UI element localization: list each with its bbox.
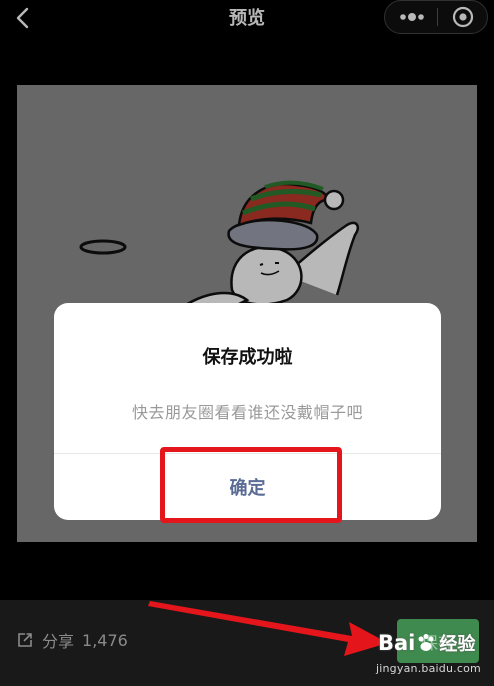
share-count: 1,476 <box>82 630 128 650</box>
dialog-message: 快去朋友圈看看谁还没戴帽子吧 <box>131 403 363 422</box>
success-dialog: 保存成功啦 快去朋友圈看看谁还没戴帽子吧 确定 <box>54 303 441 520</box>
dialog-title: 保存成功啦 <box>202 347 293 368</box>
share-label: 分享 <box>42 632 75 651</box>
confirm-button[interactable]: 确定 <box>54 454 441 520</box>
save-button[interactable]: 保存 <box>397 619 479 663</box>
share-icon <box>16 631 34 649</box>
bottom-bar: 分享 1,476 保存 <box>0 600 494 686</box>
share-button[interactable]: 分享 1,476 <box>16 628 128 652</box>
